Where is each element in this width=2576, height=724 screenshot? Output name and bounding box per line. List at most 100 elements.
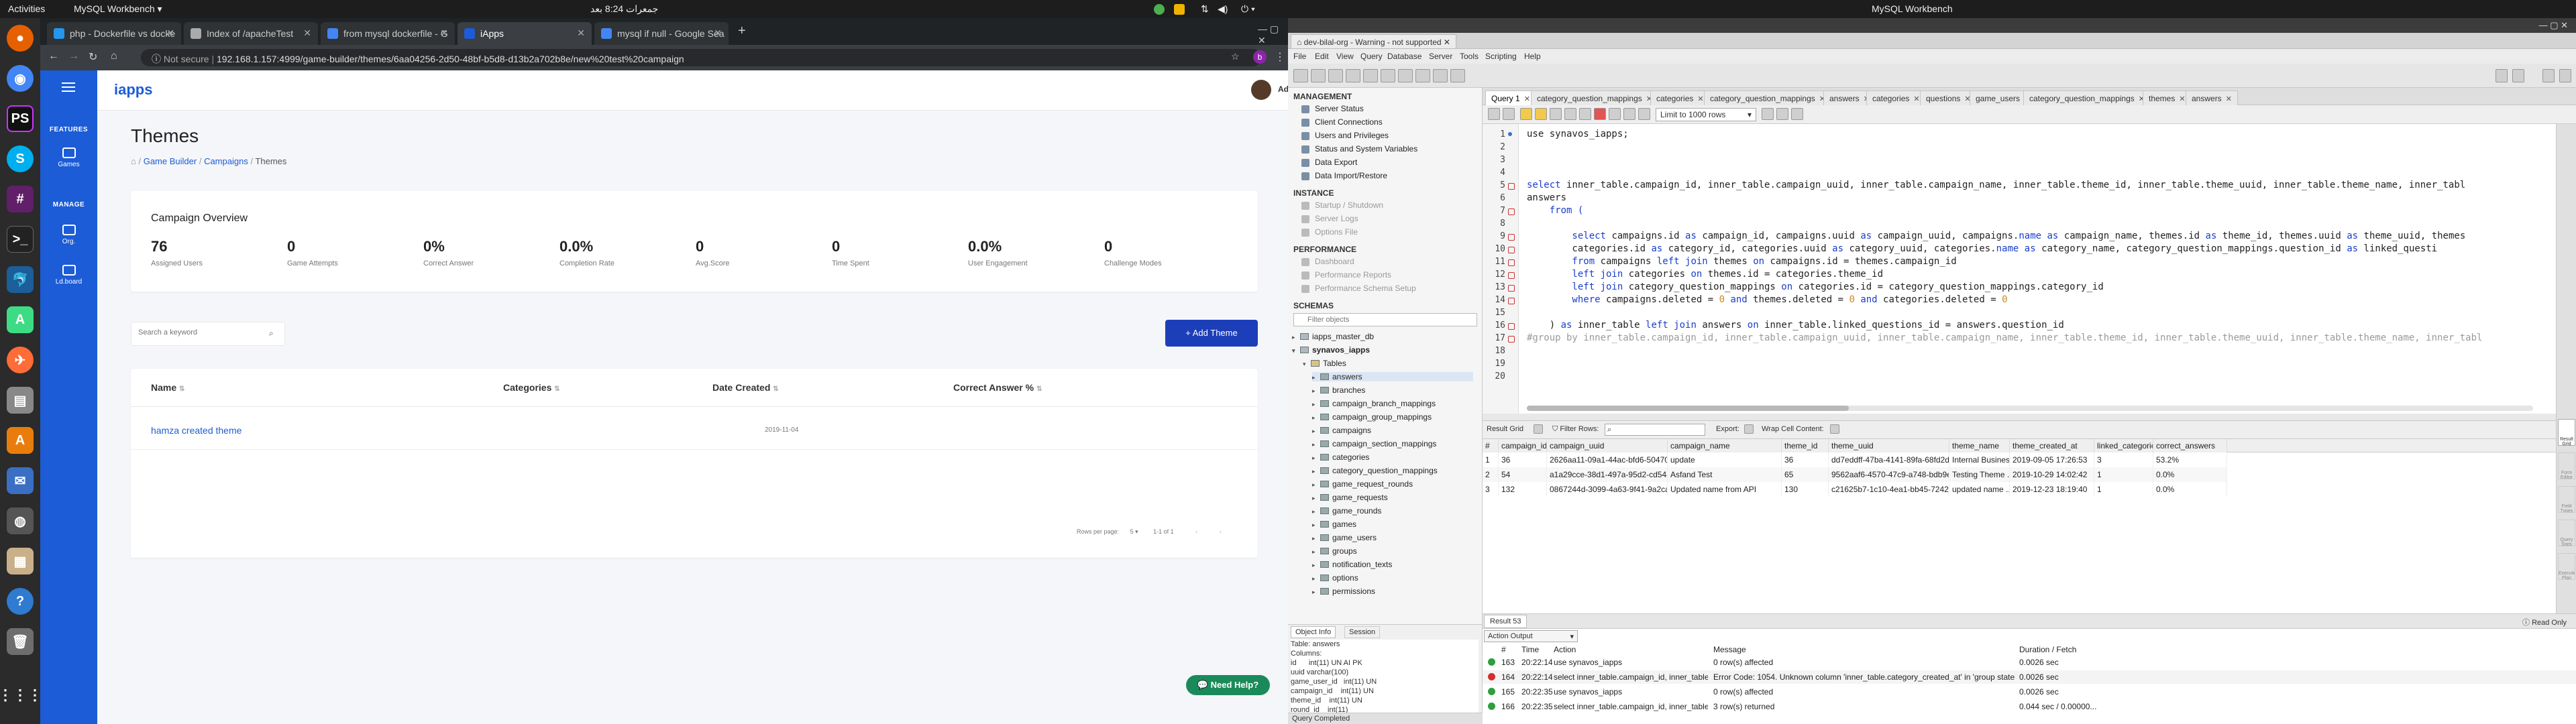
grid-cell[interactable]: 54 xyxy=(1499,467,1547,482)
table-item[interactable]: ▸ permissions xyxy=(1312,587,1375,596)
grid-cell[interactable]: Updated name from API xyxy=(1668,482,1782,497)
col-correct-header[interactable]: Correct Answer % ⇅ xyxy=(953,382,1042,393)
table-item[interactable]: ▸ notification_texts xyxy=(1312,560,1392,569)
search-input[interactable] xyxy=(138,328,259,337)
table-item[interactable]: ▸ options xyxy=(1312,573,1358,583)
table-item[interactable]: ▸ campaign_branch_mappings xyxy=(1312,399,1436,408)
result-tab[interactable]: Result 53 xyxy=(1484,615,1527,628)
menu-query[interactable]: Query xyxy=(1360,52,1383,61)
side-query-stats-button[interactable]: Query Stats xyxy=(2558,520,2575,546)
editor-tab[interactable]: categories ✕ xyxy=(1866,90,1926,105)
breadcrumb-game-builder[interactable]: Game Builder xyxy=(144,156,197,166)
chrome-icon[interactable]: ◉ xyxy=(7,65,34,92)
phpstorm-icon[interactable]: PS xyxy=(7,105,34,132)
app-menu[interactable]: MySQL Workbench ▾ xyxy=(74,3,162,15)
terminal-icon[interactable]: >_ xyxy=(7,226,34,253)
new-tab-button[interactable]: + xyxy=(738,23,746,39)
menu-view[interactable]: View xyxy=(1336,52,1354,61)
nav-org[interactable]: Org. xyxy=(40,225,97,245)
browser-tab[interactable]: php - Dockerfile vs docke ✕ xyxy=(47,22,181,45)
execute-current-icon[interactable] xyxy=(1535,108,1547,120)
tables-folder[interactable]: ▾ Tables xyxy=(1303,359,1346,368)
browser-tab[interactable]: mysql if null - Google Sea ✕ xyxy=(594,22,729,45)
nav-data-import[interactable]: Data Import/Restore xyxy=(1301,171,1387,180)
side-field-types-button[interactable]: Field Types xyxy=(2558,486,2575,513)
grid-cell[interactable]: Testing Theme ... xyxy=(1949,467,2010,482)
grid-cell[interactable]: 0.0% xyxy=(2153,482,2227,497)
user-avatar[interactable] xyxy=(1251,80,1271,100)
close-icon[interactable]: ✕ xyxy=(1444,38,1450,47)
editor-tab[interactable]: answers✕ xyxy=(2186,90,2238,105)
table-item[interactable]: ▸ campaigns xyxy=(1312,426,1371,435)
grid-cell[interactable]: 2 xyxy=(1483,467,1499,482)
output-row[interactable]: 164 20:22:14 select inner_table.campaign_i… xyxy=(1483,670,2576,684)
mail-icon[interactable]: ✉ xyxy=(7,467,34,494)
editor-tab[interactable]: categories ✕ xyxy=(1650,90,1710,105)
open-file-icon[interactable] xyxy=(1488,108,1500,120)
grid-column-header[interactable]: campaign_name xyxy=(1668,439,1782,452)
toggle-continue-icon[interactable] xyxy=(1579,108,1591,120)
side-form-editor-button[interactable]: Form Editor xyxy=(2558,452,2575,479)
nav-server-status[interactable]: Server Status xyxy=(1301,104,1364,113)
grid-column-header[interactable]: campaign_uuid xyxy=(1547,439,1668,452)
slack-icon[interactable]: # xyxy=(7,186,34,213)
grid-cell[interactable]: 53.2% xyxy=(2153,452,2227,467)
export-icon[interactable] xyxy=(1744,424,1754,434)
wrap-cell-icon[interactable] xyxy=(1830,424,1839,434)
grid-icon[interactable] xyxy=(1534,424,1543,434)
table-item[interactable]: ▸ game_rounds xyxy=(1312,506,1381,516)
output-type-select[interactable]: Action Output ▾ xyxy=(1484,630,1578,642)
firefox-icon[interactable]: ● xyxy=(7,25,34,52)
new-schema-icon[interactable] xyxy=(1346,69,1360,82)
side-execution-plan-button[interactable]: Execution Plan xyxy=(2558,553,2575,580)
grid-cell[interactable]: updated name ... xyxy=(1949,482,2010,497)
brand-logo[interactable]: iapps xyxy=(114,81,152,99)
menu-file[interactable]: File xyxy=(1293,52,1306,61)
output-row[interactable]: 166 20:22:35 select inner_table.campaign_i… xyxy=(1483,700,2576,713)
reload-button[interactable]: ↻ xyxy=(89,50,97,64)
grid-cell[interactable]: 36 xyxy=(1782,452,1829,467)
tab-session[interactable]: Session xyxy=(1344,626,1381,638)
home-tab-icon[interactable]: ⌂ xyxy=(1297,38,1304,47)
nav-startup-shutdown[interactable]: Startup / Shutdown xyxy=(1301,200,1383,210)
search-data-icon[interactable] xyxy=(1433,69,1448,82)
grid-cell[interactable]: 3 xyxy=(2094,452,2153,467)
archive-icon[interactable]: ▦ xyxy=(7,548,34,575)
editor-hscrollbar[interactable] xyxy=(1527,406,2533,411)
tab-query-1[interactable]: Query 1 ✕ xyxy=(1485,90,1536,105)
menu-server[interactable]: Server xyxy=(1429,52,1452,61)
grid-cell[interactable]: dd7eddff-47ba-4141-89fa-68fd2d5... xyxy=(1829,452,1949,467)
new-function-icon[interactable] xyxy=(1415,69,1430,82)
nav-data-export[interactable]: Data Export xyxy=(1301,158,1357,167)
table-item[interactable]: ▸ categories xyxy=(1312,452,1369,462)
menu-database[interactable]: Database xyxy=(1387,52,1421,61)
grid-cell[interactable]: 36 xyxy=(1499,452,1547,467)
new-view-icon[interactable] xyxy=(1381,69,1395,82)
sql-inspector-icon[interactable] xyxy=(1328,69,1343,82)
table-item[interactable]: ▸ groups xyxy=(1312,546,1357,556)
browser-tab[interactable]: Index of /apacheTest ✕ xyxy=(184,22,318,45)
prev-page-icon[interactable]: ‹ xyxy=(1195,528,1197,535)
network-icon[interactable]: ⇅ xyxy=(1201,3,1209,15)
address-bar[interactable]: ⓘ Not secure | 192.168.1.157:4999/game-b… xyxy=(141,49,1261,66)
grid-cell[interactable]: Internal Business ... xyxy=(1949,452,2010,467)
grid-cell[interactable]: 1 xyxy=(2094,467,2153,482)
grid-cell[interactable]: 2019-09-05 17:26:53 xyxy=(2010,452,2094,467)
tab-object-info[interactable]: Object Info xyxy=(1291,626,1336,638)
nav-status-variables[interactable]: Status and System Variables xyxy=(1301,144,1417,154)
connection-tab[interactable]: ⌂ dev-bilal-org - Warning - not supporte… xyxy=(1291,34,1456,49)
menu-tools[interactable]: Tools xyxy=(1460,52,1479,61)
grid-cell[interactable]: Asfand Test xyxy=(1668,467,1782,482)
beautify-icon[interactable] xyxy=(1762,108,1774,120)
editor-tab[interactable]: questions ✕ xyxy=(1920,90,1977,105)
table-item[interactable]: ▸ campaign_group_mappings xyxy=(1312,412,1432,422)
clock[interactable]: جمعرات 8:24 بعد xyxy=(590,3,658,15)
grid-cell[interactable]: update xyxy=(1668,452,1782,467)
grid-column-header[interactable]: linked_categories xyxy=(2094,439,2153,452)
toggle-invisible-icon[interactable] xyxy=(1638,108,1650,120)
grid-cell[interactable]: 0.0% xyxy=(2153,467,2227,482)
back-button[interactable]: ← xyxy=(48,50,59,62)
postman-icon[interactable]: ✈ xyxy=(7,347,34,373)
editor-tab[interactable]: category_question_mappings ✕ xyxy=(1531,90,1658,105)
table-item[interactable]: ▸ game_requests xyxy=(1312,493,1388,502)
